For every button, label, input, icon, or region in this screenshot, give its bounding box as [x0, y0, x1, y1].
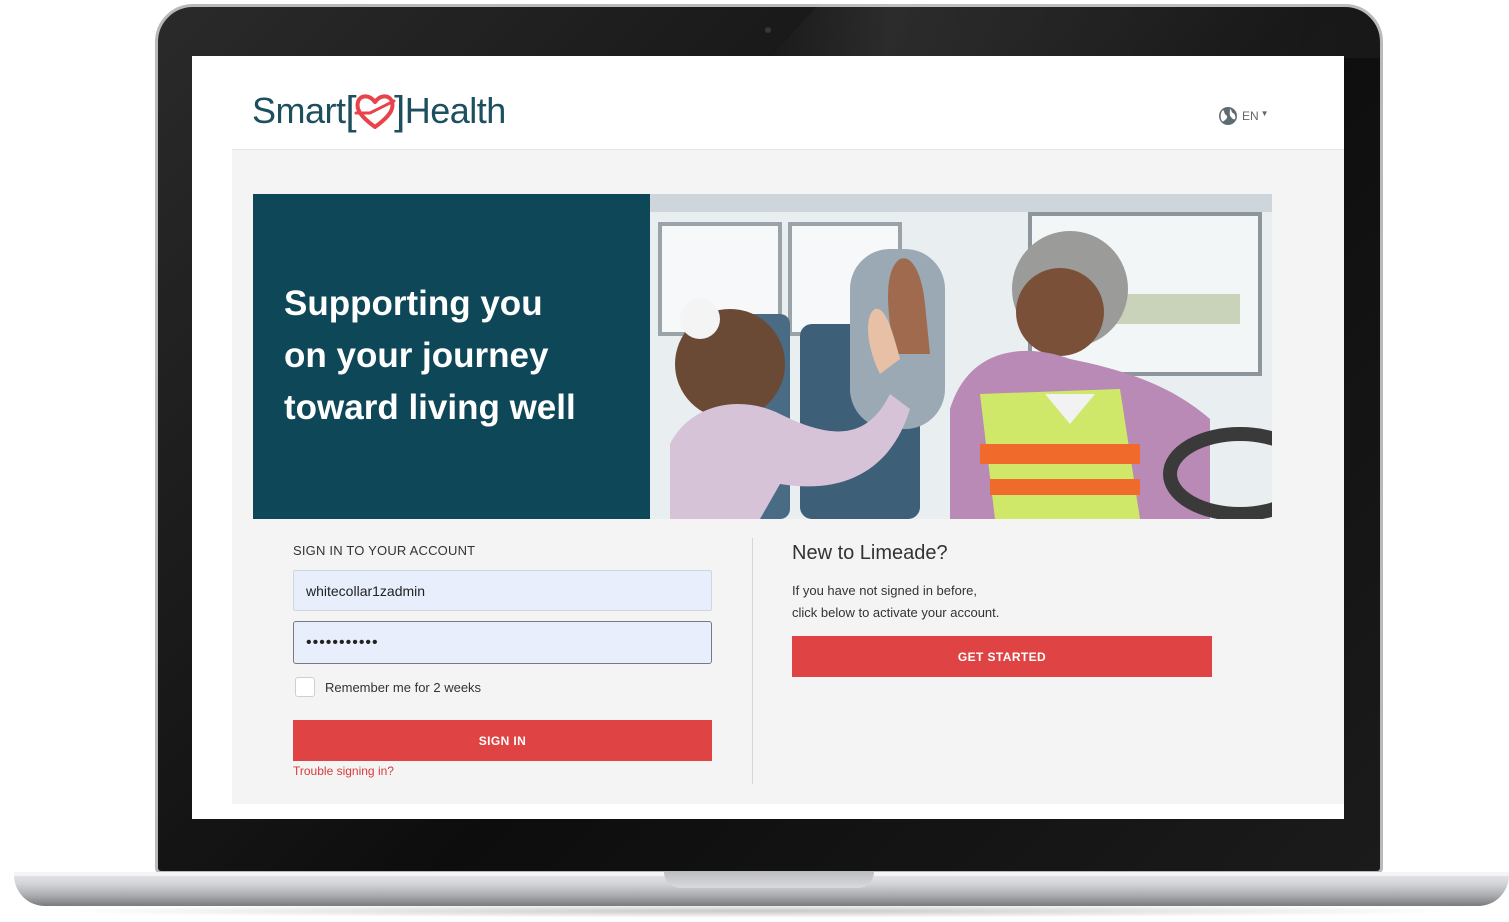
hero-photo: [650, 194, 1272, 519]
language-selector[interactable]: EN ▼: [1218, 105, 1269, 127]
password-input[interactable]: [293, 621, 712, 664]
smarthealth-logo[interactable]: Smart [ ] Health: [252, 86, 506, 136]
column-divider: [752, 538, 753, 784]
heart-icon: [354, 94, 396, 129]
chevron-down-icon: ▼: [1260, 108, 1269, 118]
sign-in-button[interactable]: SIGN IN: [293, 720, 712, 761]
globe-icon: [1219, 107, 1237, 125]
hero-title: Supporting you on your journey toward li…: [284, 284, 576, 427]
webcam: [765, 27, 771, 33]
signin-heading: SIGN IN TO YOUR ACCOUNT: [293, 543, 476, 558]
language-code: EN: [1242, 109, 1259, 123]
laptop-shadow: [40, 904, 1480, 918]
remember-me-checkbox[interactable]: [295, 677, 315, 697]
logo-text-health: Health: [404, 90, 507, 131]
site-header: Smart [ ] Health EN ▼: [192, 56, 1344, 150]
main-content: Supporting you on your journey toward li…: [232, 150, 1344, 804]
remember-me-label: Remember me for 2 weeks: [325, 679, 482, 695]
signin-form: SIGN IN TO YOUR ACCOUNT Remember me for …: [293, 543, 713, 778]
trouble-signing-in-link[interactable]: Trouble signing in?: [293, 764, 394, 778]
new-user-title: New to Limeade?: [792, 542, 948, 564]
remember-me[interactable]: Remember me for 2 weeks: [295, 677, 481, 697]
logo-bracket-right: ]: [394, 88, 405, 133]
logo-text-smart: Smart: [252, 90, 346, 131]
get-started-button[interactable]: GET STARTED: [792, 636, 1212, 677]
new-user-panel: New to Limeade? If you have not signed i…: [792, 542, 1212, 677]
hero-banner: Supporting you on your journey toward li…: [253, 194, 1272, 519]
hero-text-panel: Supporting you on your journey toward li…: [253, 194, 650, 519]
laptop-base-notch: [664, 872, 874, 888]
username-input[interactable]: [293, 570, 712, 611]
laptop-screen: Smart [ ] Health EN ▼ Supporting you on …: [192, 56, 1344, 819]
new-user-description: If you have not signed in before, click …: [792, 583, 1000, 620]
